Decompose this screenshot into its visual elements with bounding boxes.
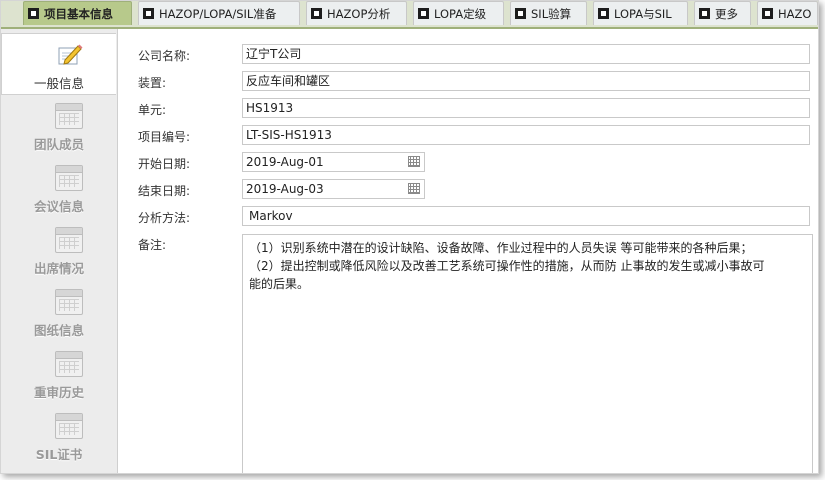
tab-lopa-grading[interactable]: LOPA定级: [413, 1, 504, 25]
sidebar-item-sil-certificate[interactable]: SIL证书: [1, 405, 117, 467]
table-icon: [55, 227, 83, 253]
table-icon: [55, 351, 83, 377]
tab-bar: 项目基本信息 HAZOP/LOPA/SIL准备 HAZOP分析 LOPA定级 S…: [1, 1, 818, 29]
general-info-form: 公司名称: 辽宁T公司 装置: 反应车间和罐区 单元: HS1913 项目编号:…: [118, 29, 818, 473]
table-icon: [55, 165, 83, 191]
calendar-icon[interactable]: [408, 156, 420, 167]
device-field[interactable]: 反应车间和罐区: [242, 71, 810, 91]
tab-project-basic-info[interactable]: 项目基本信息: [23, 1, 132, 25]
notes-line: 能的后果。: [249, 277, 310, 291]
end-date-label: 结束日期:: [138, 184, 191, 198]
edit-icon: [56, 42, 84, 68]
tab-lopa-and-sil[interactable]: LOPA与SIL: [593, 1, 688, 25]
analysis-method-field[interactable]: Markov: [242, 206, 810, 226]
app-window: 项目基本信息 HAZOP/LOPA/SIL准备 HAZOP分析 LOPA定级 S…: [0, 0, 819, 474]
table-icon: [55, 413, 83, 439]
notes-textarea[interactable]: （1）识别系统中潜在的设计缺陷、设备故障、作业过程中的人员失误 等可能带来的各种…: [242, 234, 813, 473]
sidebar-item-meeting-info[interactable]: 会议信息: [1, 157, 117, 219]
method-label: 分析方法:: [138, 211, 191, 225]
tab-icon: [143, 8, 154, 19]
tab-hazop-analysis[interactable]: HAZOP分析: [306, 1, 407, 25]
table-icon: [55, 289, 83, 315]
start-date-field[interactable]: 2019-Aug-01: [242, 152, 425, 172]
device-label: 装置:: [138, 76, 167, 90]
sidebar: 一般信息 团队成员 会议信息 出席情况 图纸信息 重审历史 SIL证书: [1, 29, 118, 473]
end-date-value: 2019-Aug-03: [246, 182, 324, 196]
tab-icon: [418, 8, 429, 19]
sidebar-item-review-history[interactable]: 重审历史: [1, 343, 117, 405]
unit-label: 单元:: [138, 103, 167, 117]
start-date-value: 2019-Aug-01: [246, 155, 324, 169]
tab-sil-verification[interactable]: SIL验算: [510, 1, 587, 25]
company-label: 公司名称:: [138, 49, 191, 63]
notes-label: 备注:: [138, 238, 167, 252]
tab-icon: [28, 8, 39, 19]
tab-icon: [699, 8, 710, 19]
tab-icon: [762, 8, 773, 19]
table-icon: [55, 103, 83, 129]
company-name-field[interactable]: 辽宁T公司: [242, 44, 810, 64]
tab-more[interactable]: 更多: [694, 1, 751, 25]
end-date-field[interactable]: 2019-Aug-03: [242, 179, 425, 199]
start-date-label: 开始日期:: [138, 157, 191, 171]
tab-icon: [598, 8, 609, 19]
tab-hazop-lopa-sil-prep[interactable]: HAZOP/LOPA/SIL准备: [138, 1, 300, 25]
unit-field[interactable]: HS1913: [242, 98, 810, 118]
tab-icon: [515, 8, 526, 19]
notes-line: （2）提出控制或降低风险以及改善工艺系统可操作性的措施，从而防 止事故的发生或减…: [249, 259, 765, 273]
tab-hazop-partial[interactable]: HAZO: [757, 1, 818, 25]
sidebar-item-team-members[interactable]: 团队成员: [1, 95, 117, 157]
project-no-field[interactable]: LT-SIS-HS1913: [242, 125, 810, 145]
notes-line: （1）识别系统中潜在的设计缺陷、设备故障、作业过程中的人员失误 等可能带来的各种…: [249, 241, 753, 255]
sidebar-item-attendance[interactable]: 出席情况: [1, 219, 117, 281]
tab-icon: [311, 8, 322, 19]
sidebar-item-drawing-info[interactable]: 图纸信息: [1, 281, 117, 343]
project-no-label: 项目编号:: [138, 130, 191, 144]
calendar-icon[interactable]: [408, 183, 420, 194]
sidebar-item-general-info[interactable]: 一般信息: [1, 33, 116, 95]
